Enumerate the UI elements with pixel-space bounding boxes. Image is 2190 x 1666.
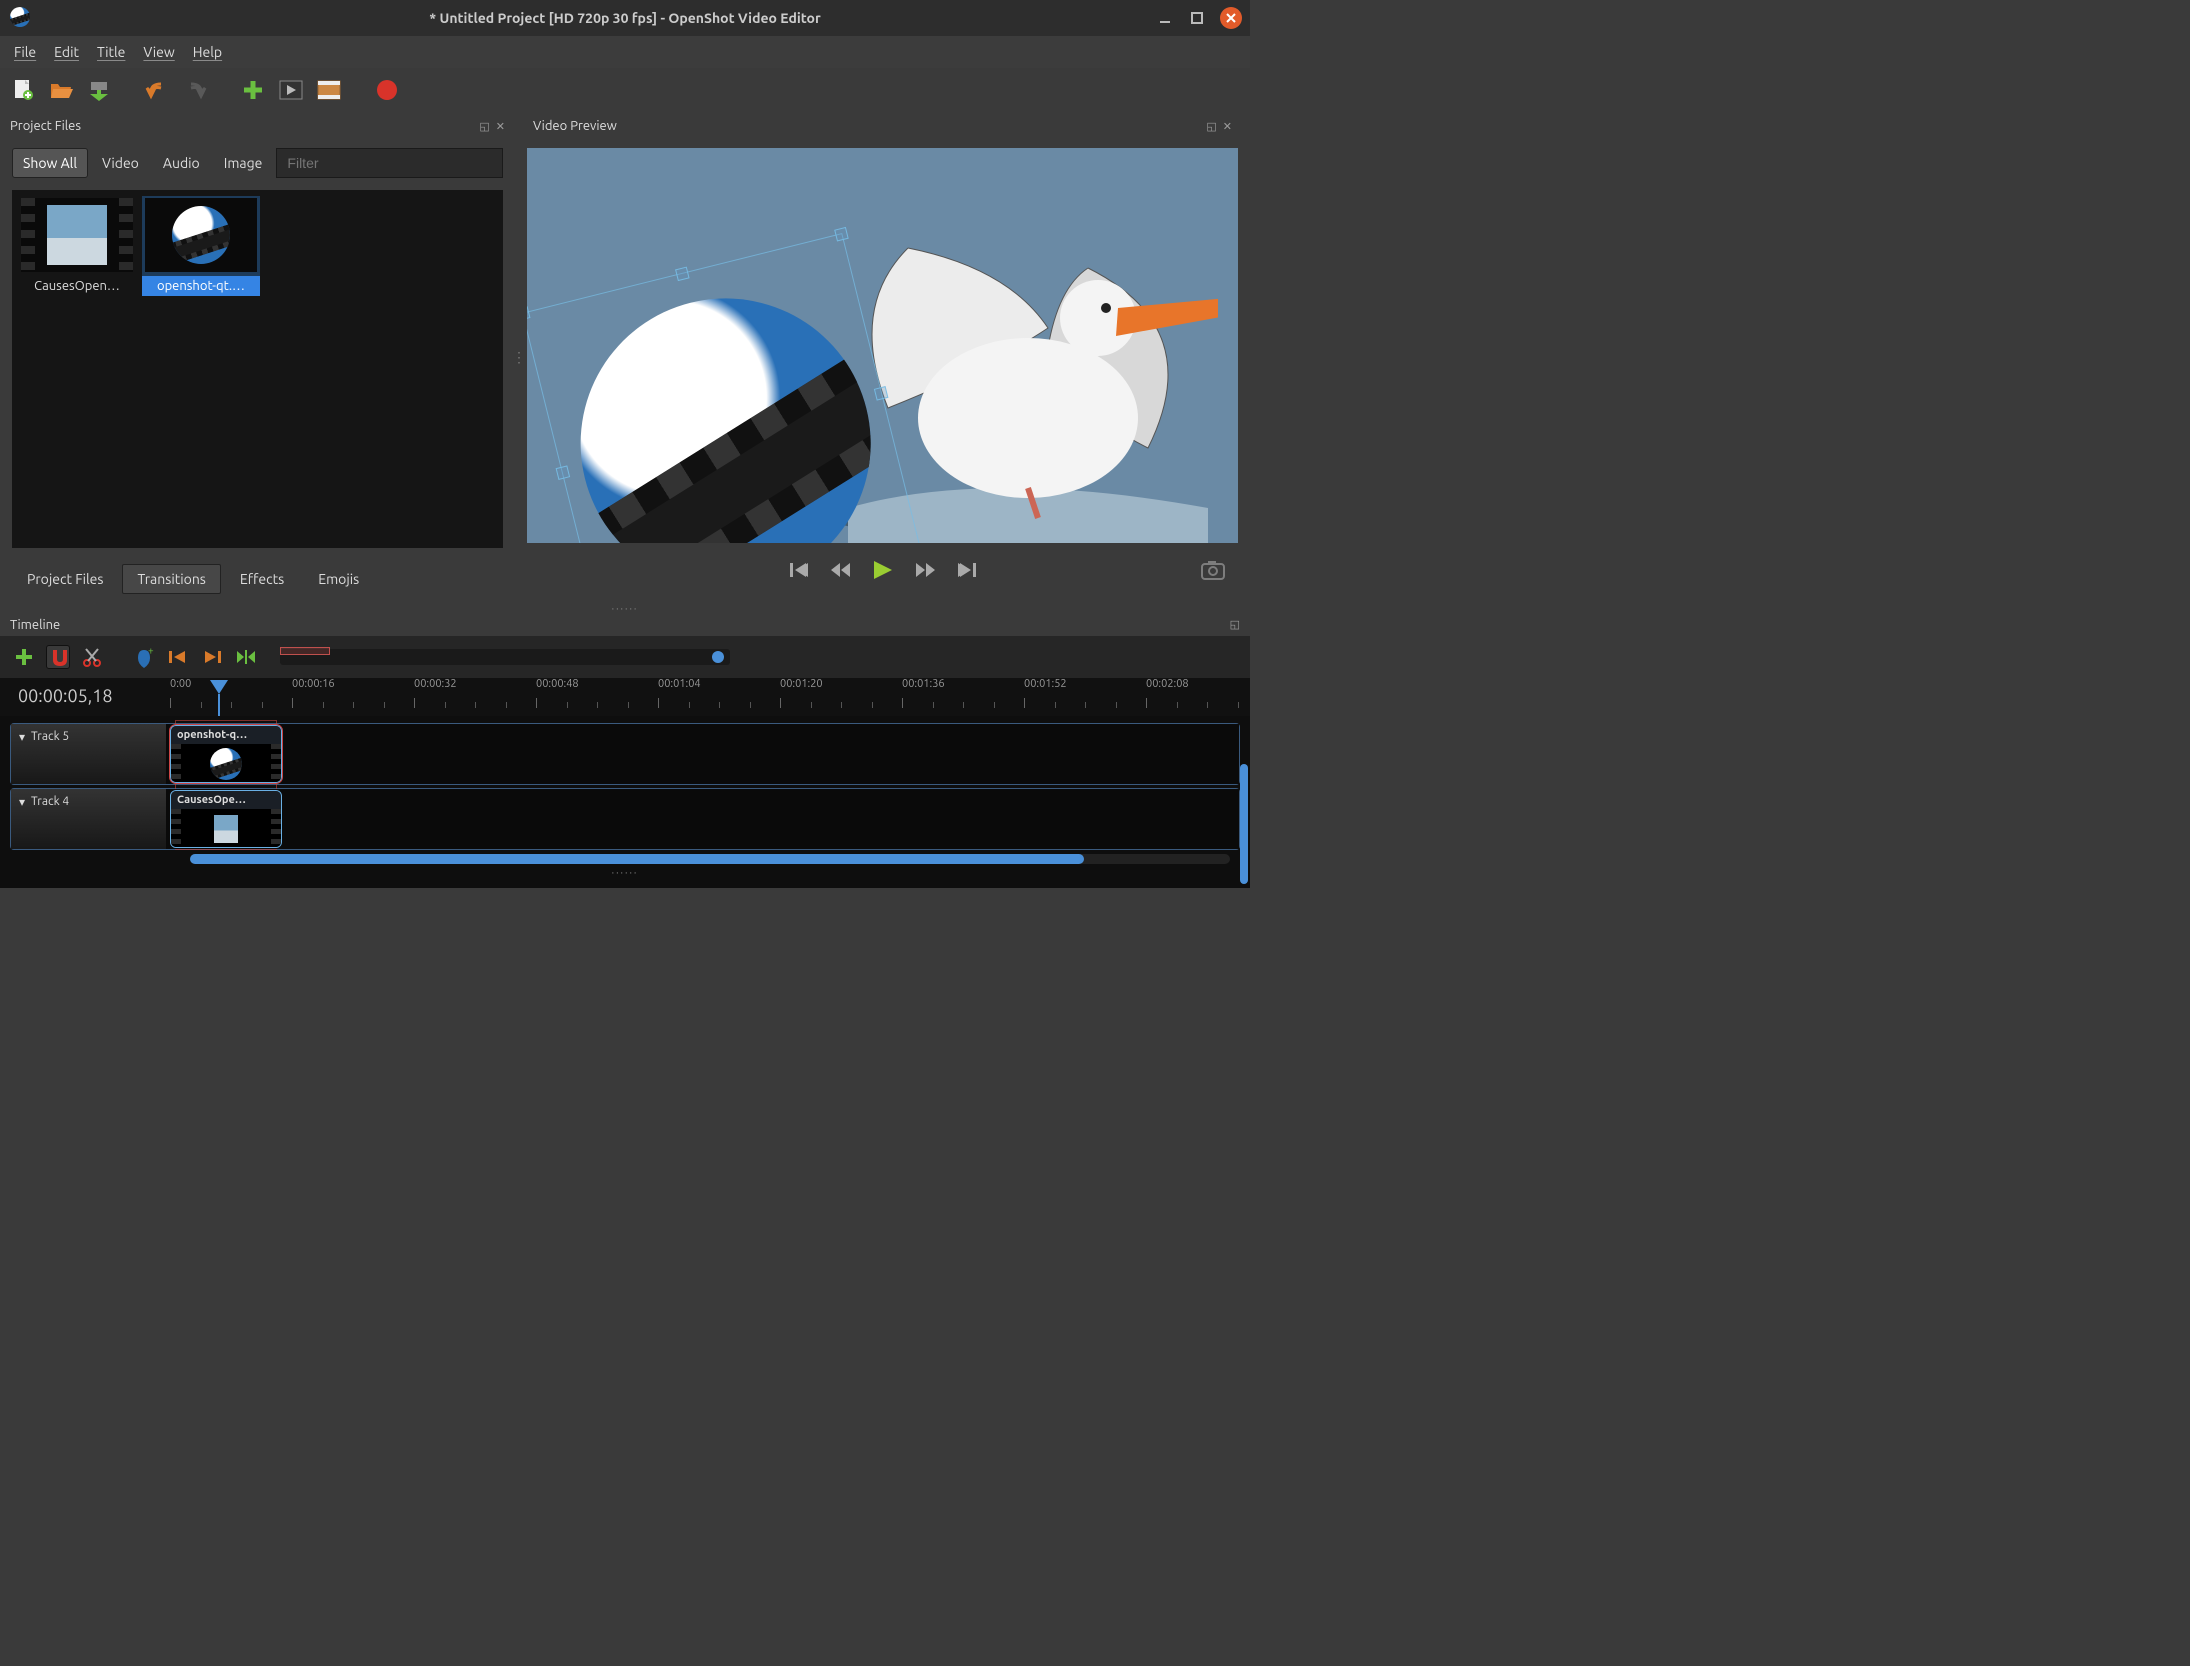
window-title: * Untitled Project [HD 720p 30 fps] - Op… <box>429 10 820 26</box>
clip-thumbnail <box>171 744 281 783</box>
window-close-button[interactable] <box>1220 7 1242 29</box>
redo-button[interactable] <box>182 77 208 103</box>
chevron-down-icon: ▾ <box>19 795 25 809</box>
track-name: Track 5 <box>31 730 69 743</box>
ruler-tick: 00:00:48 <box>536 678 579 690</box>
open-project-button[interactable] <box>48 77 74 103</box>
ruler-tick: 00:00:32 <box>414 678 457 690</box>
ruler-tick: 00:01:52 <box>1024 678 1067 690</box>
rewind-button[interactable] <box>830 561 852 582</box>
previous-marker-button[interactable] <box>166 645 190 669</box>
panel-close-icon[interactable]: ✕ <box>1223 120 1232 133</box>
filter-input[interactable] <box>276 148 503 178</box>
file-item[interactable]: openshot-qt.… <box>142 196 260 296</box>
project-files-title: Project Files <box>10 119 81 133</box>
timeline-title: Timeline <box>10 618 60 632</box>
window-maximize-button[interactable] <box>1188 9 1206 27</box>
main-toolbar <box>0 68 1250 112</box>
menu-view[interactable]: View <box>143 44 174 60</box>
window-titlebar: * Untitled Project [HD 720p 30 fps] - Op… <box>0 0 1250 36</box>
menu-edit[interactable]: Edit <box>54 44 79 60</box>
ruler-tick: 00:01:04 <box>658 678 701 690</box>
tracks-area: ▾ Track 5 openshot-q… ▾ Track 4 <box>0 716 1250 888</box>
filter-tab-show-all[interactable]: Show All <box>12 148 88 178</box>
chevron-down-icon: ▾ <box>19 730 25 744</box>
fullscreen-button[interactable] <box>316 77 342 103</box>
snapshot-button[interactable] <box>1200 559 1226 584</box>
ruler-tick: 00:00:16 <box>292 678 335 690</box>
panel-detach-icon[interactable]: ◱ <box>1206 120 1216 133</box>
file-name: CausesOpen… <box>18 276 136 296</box>
add-marker-button[interactable]: + <box>132 645 156 669</box>
panel-close-icon[interactable]: ✕ <box>496 120 505 133</box>
panel-detach-icon[interactable]: ◱ <box>479 120 489 133</box>
clip[interactable]: openshot-q… <box>170 725 282 783</box>
ruler-tick: 00:02:08 <box>1146 678 1189 690</box>
bottom-splitter[interactable]: ······ <box>10 866 1240 878</box>
menu-file[interactable]: File <box>14 44 36 60</box>
tab-emojis[interactable]: Emojis <box>303 564 374 594</box>
menu-help[interactable]: Help <box>193 44 222 60</box>
svg-text:+: + <box>148 646 154 656</box>
vertical-splitter[interactable]: ⋮ <box>515 112 523 602</box>
track-header[interactable]: ▾ Track 4 <box>11 789 166 849</box>
track-body[interactable]: openshot-q… <box>166 724 1239 784</box>
jump-start-button[interactable] <box>790 561 812 582</box>
file-name: openshot-qt.… <box>142 276 260 296</box>
ruler-tick: 00:01:36 <box>902 678 945 690</box>
razor-button[interactable] <box>80 645 104 669</box>
video-preview-header: Video Preview ◱ ✕ <box>523 112 1242 140</box>
menu-bar: File Edit Title View Help <box>0 36 1250 68</box>
fast-forward-button[interactable] <box>914 561 936 582</box>
export-video-button[interactable] <box>374 77 400 103</box>
play-button[interactable] <box>870 559 896 584</box>
video-preview-title: Video Preview <box>533 119 617 133</box>
file-item[interactable]: CausesOpen… <box>18 196 136 296</box>
timeline-ruler[interactable]: 00:00:05,18 0:00 00:00:16 00:00:32 00:00:48… <box>0 678 1250 716</box>
tab-transitions[interactable]: Transitions <box>122 564 220 594</box>
app-icon <box>10 7 30 30</box>
vertical-scrollbar[interactable] <box>1240 764 1248 884</box>
file-thumbnail <box>21 198 133 272</box>
zoom-slider[interactable] <box>280 649 730 665</box>
jump-end-button[interactable] <box>954 561 976 582</box>
track-row: ▾ Track 4 CausesOpe… <box>10 788 1240 850</box>
profile-button[interactable] <box>278 77 304 103</box>
clip[interactable]: CausesOpe… <box>170 790 282 848</box>
track-row: ▾ Track 5 openshot-q… <box>10 723 1240 785</box>
current-time: 00:00:05,18 <box>18 686 113 706</box>
import-files-button[interactable] <box>240 77 266 103</box>
save-project-button[interactable] <box>86 77 112 103</box>
ruler-tick: 00:01:20 <box>780 678 823 690</box>
tab-project-files[interactable]: Project Files <box>12 564 118 594</box>
filter-tab-video[interactable]: Video <box>92 149 149 177</box>
clip-title: openshot-q… <box>171 726 281 744</box>
horizontal-splitter[interactable]: ······ <box>0 602 1250 614</box>
new-project-button[interactable] <box>10 77 36 103</box>
add-track-button[interactable] <box>12 645 36 669</box>
center-playhead-button[interactable] <box>234 645 258 669</box>
clip-thumbnail <box>171 809 281 848</box>
filter-tab-audio[interactable]: Audio <box>153 149 210 177</box>
playhead[interactable] <box>210 680 228 694</box>
snapping-button[interactable] <box>46 645 70 669</box>
ruler-tick: 0:00 <box>170 678 191 690</box>
horizontal-scrollbar[interactable] <box>190 854 1230 864</box>
track-body[interactable]: CausesOpe… <box>166 789 1239 849</box>
project-files-header: Project Files ◱ ✕ <box>0 112 515 140</box>
clip-title: CausesOpe… <box>171 791 281 809</box>
window-minimize-button[interactable] <box>1156 9 1174 27</box>
track-header[interactable]: ▾ Track 5 <box>11 724 166 784</box>
panel-detach-icon[interactable]: ◱ <box>1230 619 1240 631</box>
next-marker-button[interactable] <box>200 645 224 669</box>
file-thumbnail <box>145 198 257 272</box>
timeline-toolbar: + <box>0 636 1250 678</box>
project-files-grid[interactable]: CausesOpen… openshot-qt.… <box>12 190 503 548</box>
menu-title[interactable]: Title <box>97 44 125 60</box>
video-preview[interactable] <box>527 148 1238 543</box>
tab-effects[interactable]: Effects <box>225 564 299 594</box>
undo-button[interactable] <box>144 77 170 103</box>
filter-tab-image[interactable]: Image <box>214 149 273 177</box>
track-name: Track 4 <box>31 795 69 808</box>
